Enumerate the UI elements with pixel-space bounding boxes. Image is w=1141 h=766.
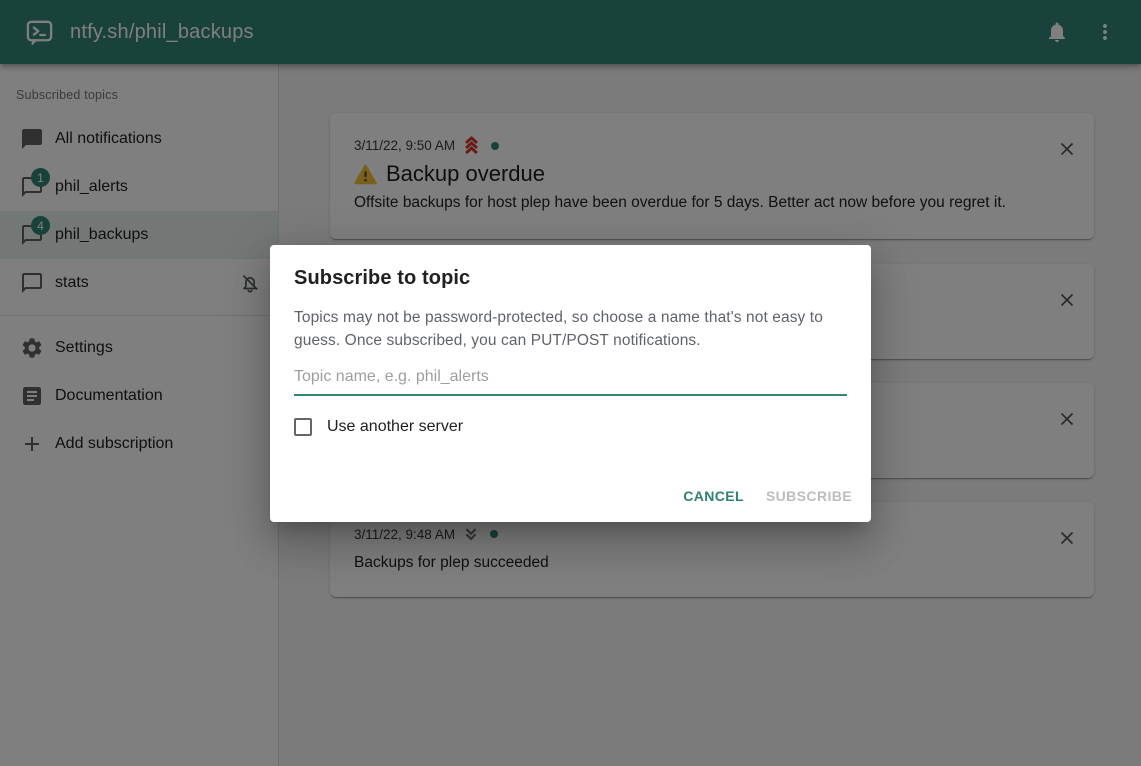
dialog-title: Subscribe to topic	[294, 267, 847, 290]
dialog-description: Topics may not be password-protected, so…	[294, 306, 848, 353]
checkbox-label: Use another server	[327, 418, 463, 436]
cancel-button[interactable]: CANCEL	[672, 479, 755, 513]
subscribe-dialog: Subscribe to topic Topics may not be pas…	[270, 245, 871, 522]
use-another-server-checkbox[interactable]	[294, 418, 312, 436]
use-another-server-option[interactable]: Use another server	[294, 418, 847, 436]
dialog-actions: CANCEL SUBSCRIBE	[672, 479, 863, 513]
subscribe-button[interactable]: SUBSCRIBE	[755, 479, 863, 513]
topic-name-input[interactable]	[294, 362, 847, 396]
